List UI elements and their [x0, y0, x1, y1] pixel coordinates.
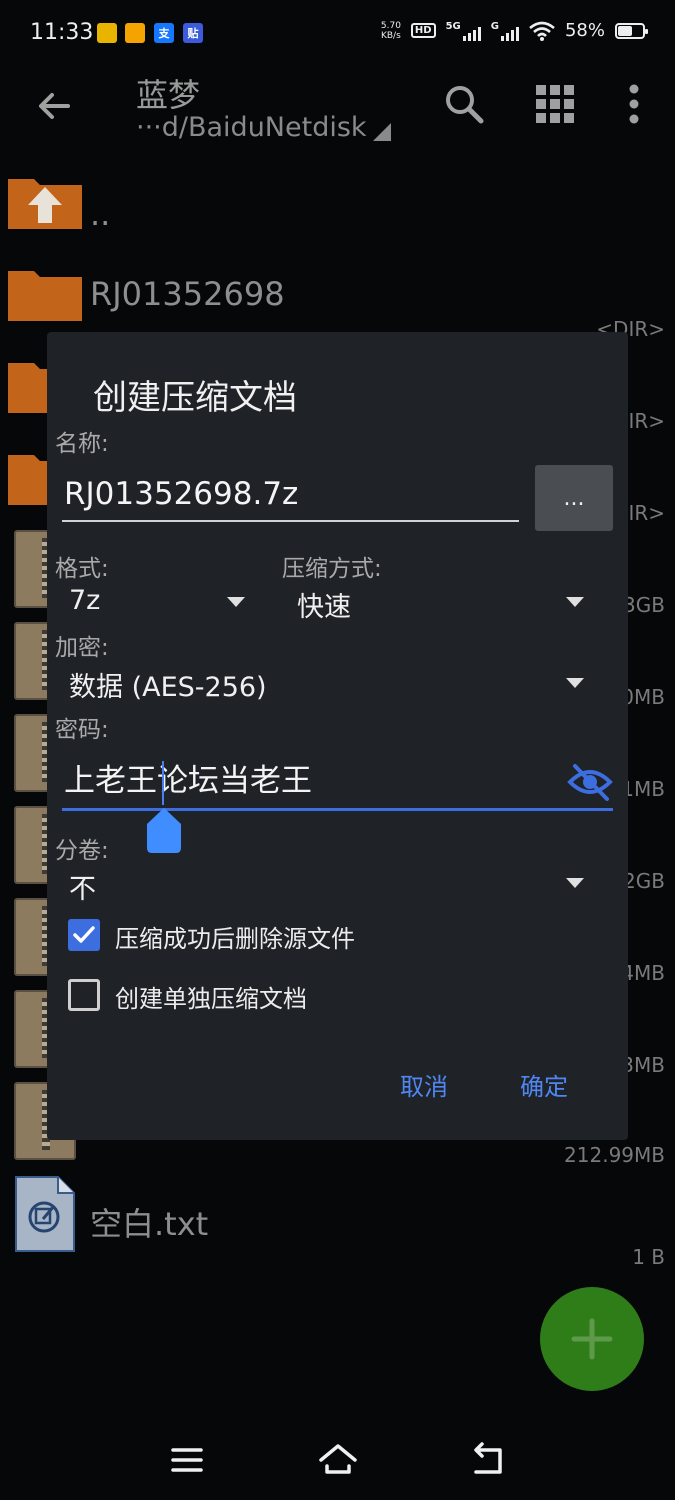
cancel-button[interactable]: 取消 — [400, 1067, 448, 1102]
home-icon[interactable] — [318, 1442, 358, 1478]
ok-button[interactable]: 确定 — [520, 1067, 568, 1102]
current-path: ···d/BaiduNetdisk — [136, 112, 367, 143]
password-input[interactable]: 上老王论坛当老王 — [62, 757, 613, 811]
name-label: 名称: — [55, 431, 109, 457]
file-size: 2GB — [623, 869, 665, 893]
back-nav-icon[interactable] — [468, 1442, 508, 1478]
menu-icon[interactable] — [167, 1442, 207, 1478]
more-options-icon[interactable] — [612, 82, 656, 126]
checkbox-checked[interactable] — [68, 919, 100, 951]
system-nav-bar — [0, 1420, 675, 1500]
signal-sim2-icon: G — [491, 21, 519, 41]
add-fab-button[interactable] — [540, 1287, 644, 1391]
separate-archives-label: 创建单独压缩文档 — [115, 985, 307, 1013]
archive-name-input[interactable]: RJ01352698.7z — [62, 472, 519, 522]
status-indicators: 5.70 KB/s HD 5G G 58% — [381, 20, 648, 41]
encryption-value: 数据 (AES-256) — [69, 672, 267, 703]
alipay-icon: 支 — [154, 23, 174, 43]
text-file-icon — [15, 1176, 75, 1252]
network-speed: 5.70 KB/s — [381, 21, 401, 41]
split-label: 分卷: — [55, 838, 109, 864]
clock: 11:33 — [30, 20, 94, 45]
file-size: 212.99MB — [564, 1143, 665, 1167]
list-item[interactable]: 空白.txt 1 B — [0, 1173, 675, 1269]
password-label: 密码: — [55, 717, 109, 743]
dialog-title: 创建压缩文档 — [93, 378, 297, 418]
network-speed-unit: KB/s — [380, 30, 401, 41]
compression-method-label: 压缩方式: — [282, 556, 382, 582]
file-name: .. — [90, 195, 111, 233]
battery-percent: 58% — [564, 20, 605, 41]
split-volume-value: 不 — [69, 874, 96, 905]
folder-title: 蓝梦 — [136, 76, 201, 114]
grid-view-icon[interactable] — [533, 82, 577, 126]
app-bar: 蓝梦 ···d/BaiduNetdisk — [0, 70, 675, 160]
list-item[interactable]: .. — [0, 165, 675, 257]
status-bar: 11:33 支 贴 5.70 KB/s HD 5G G 58% — [0, 0, 675, 70]
battery-icon — [615, 22, 648, 39]
hd-voice-icon: HD — [410, 23, 436, 38]
signal-sim1-icon: 5G — [446, 21, 481, 41]
path-dropdown[interactable]: ···d/BaiduNetdisk — [136, 112, 391, 143]
folder-icon — [8, 271, 82, 321]
tieba-icon: 贴 — [183, 23, 203, 43]
network-speed-value: 5.70 — [380, 20, 401, 31]
sim1-label: 5G — [445, 20, 461, 32]
file-size: 3GB — [623, 593, 665, 617]
plus-icon — [571, 1318, 613, 1360]
file-size: 1 B — [632, 1245, 665, 1269]
sim2-label: G — [490, 20, 499, 32]
text-cursor — [162, 761, 164, 805]
compression-method-value: 快速 — [297, 592, 351, 623]
chevron-down-icon — [566, 878, 584, 888]
show-password-icon[interactable] — [567, 762, 613, 802]
chevron-down-icon — [566, 678, 584, 688]
browse-button[interactable]: ... — [535, 465, 613, 531]
delete-source-label: 压缩成功后删除源文件 — [115, 925, 355, 953]
gallery-app-icon — [125, 23, 145, 43]
chevron-down-icon — [566, 597, 584, 607]
checkbox-unchecked[interactable] — [68, 979, 100, 1011]
encryption-label: 加密: — [55, 635, 109, 661]
path-dropdown-icon — [372, 122, 391, 141]
format-value: 7z — [69, 585, 101, 616]
file-name: 空白.txt — [90, 1205, 209, 1243]
search-icon[interactable] — [442, 82, 486, 126]
file-name: RJ01352698 — [90, 275, 285, 313]
wifi-icon — [529, 21, 555, 41]
create-archive-dialog: 创建压缩文档 名称: RJ01352698.7z ... 格式: 压缩方式: 7… — [47, 332, 628, 1140]
cursor-handle-icon[interactable] — [145, 806, 183, 854]
format-label: 格式: — [55, 556, 109, 582]
shop-app-icon — [97, 23, 117, 43]
chevron-down-icon — [227, 597, 245, 607]
parent-folder-icon — [8, 179, 82, 229]
back-arrow-icon[interactable] — [32, 84, 76, 128]
